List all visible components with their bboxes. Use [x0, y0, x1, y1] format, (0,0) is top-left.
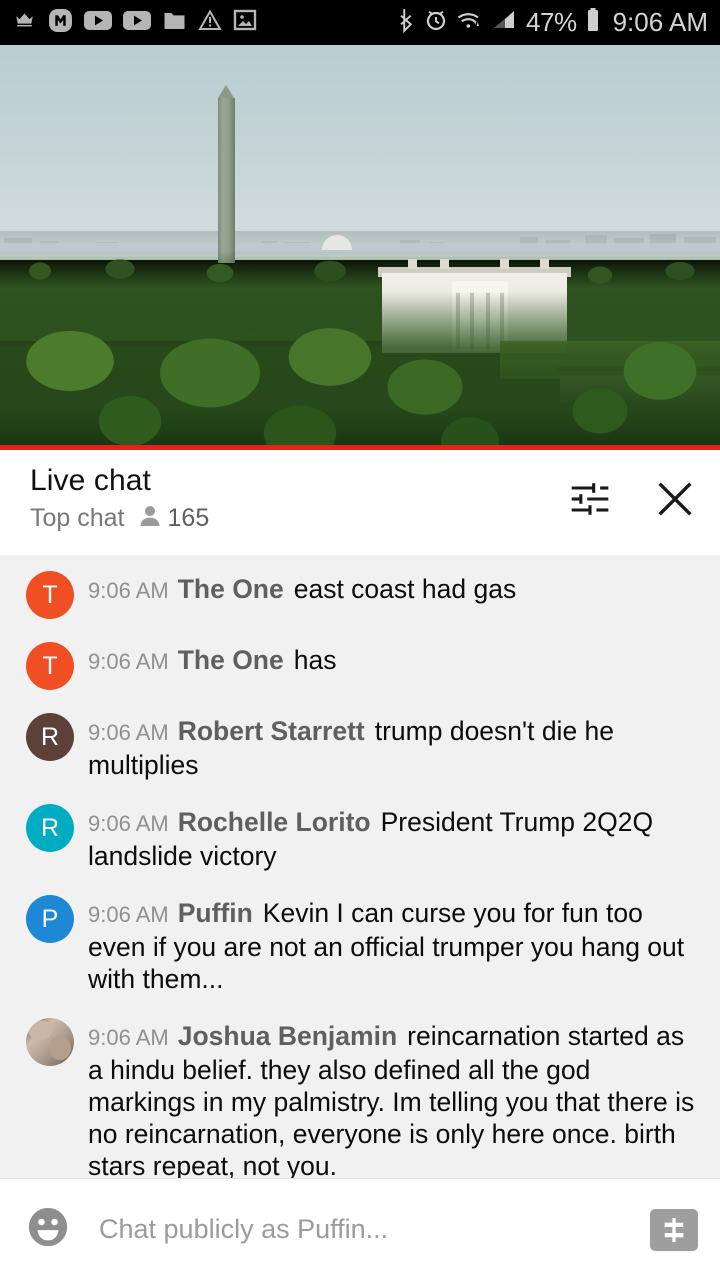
video-player[interactable] [0, 45, 720, 450]
avatar-initial: R [40, 722, 60, 751]
bluetooth-icon [399, 7, 416, 38]
chat-header-subline: Top chat 165 [30, 504, 209, 533]
white-house-chimney [408, 259, 417, 269]
live-chat-header: Live chat Top chat 165 [0, 450, 720, 559]
status-bar-clock: 9:06 AM [612, 7, 708, 37]
white-house-chimney [440, 259, 449, 269]
message-timestamp: 9:06 AM [88, 1025, 169, 1050]
wifi-icon [456, 8, 484, 37]
m-app-icon [48, 8, 73, 38]
washington-monument [218, 85, 235, 263]
chat-message[interactable]: P 9:06 AM Puffin Kevin I can curse you for… [0, 893, 720, 995]
avatar[interactable] [26, 1018, 74, 1066]
viewer-count-group: 165 [139, 504, 210, 533]
chat-header-actions [568, 464, 698, 522]
avatar[interactable]: T [26, 571, 74, 619]
chat-message-text: 9:06 AM Puffin Kevin I can curse you for f… [88, 893, 698, 995]
crown-icon [12, 9, 37, 36]
chat-message-text: 9:06 AM Robert Starrett trump doesn't die … [88, 711, 698, 781]
avatar-initial: R [40, 813, 60, 842]
close-chat-button[interactable] [652, 476, 698, 522]
chat-message-text: 9:06 AM Joshua Benjamin reincarnation star… [88, 1016, 698, 1178]
avatar[interactable]: T [26, 642, 74, 690]
chat-message-list[interactable]: T 9:06 AM The One east coast had gas T 9:0… [0, 555, 720, 1178]
chat-settings-button[interactable] [568, 477, 612, 521]
chat-mode-label[interactable]: Top chat [30, 504, 125, 533]
message-timestamp: 9:06 AM [88, 902, 169, 927]
close-x-icon [658, 482, 692, 516]
chat-message[interactable]: T 9:06 AM The One east coast had gas [0, 569, 720, 619]
youtube-alt-icon [123, 10, 151, 36]
avatar-initial: P [41, 904, 59, 933]
message-timestamp: 9:06 AM [88, 578, 169, 603]
avatar[interactable]: P [26, 895, 74, 943]
message-author[interactable]: Rochelle Lorito [178, 807, 371, 837]
status-bar-notification-icons [12, 8, 257, 38]
viewer-count: 165 [167, 504, 210, 532]
status-bar-system-icons: 47% 9:06 AM [399, 7, 708, 38]
chat-message[interactable]: R 9:06 AM Robert Starrett trump doesn't di… [0, 711, 720, 781]
message-timestamp: 9:06 AM [88, 720, 169, 745]
message-author[interactable]: Robert Starrett [178, 716, 365, 746]
avatar[interactable]: R [26, 804, 74, 852]
cellular-signal-icon [492, 8, 518, 37]
emoji-picker-button[interactable] [25, 1204, 71, 1255]
folder-icon [162, 10, 187, 36]
super-chat-button[interactable] [650, 1208, 698, 1251]
chat-message-text: 9:06 AM Rochelle Lorito President Trump 2Q… [88, 802, 698, 872]
message-author[interactable]: Puffin [178, 898, 253, 928]
white-house-chimney [500, 259, 509, 269]
battery-icon [585, 7, 601, 38]
foreground-trees [0, 291, 720, 450]
chat-composer [0, 1178, 720, 1280]
message-body: east coast had gas [293, 574, 517, 604]
chat-message[interactable]: T 9:06 AM The One has [0, 640, 720, 690]
message-body: has [293, 645, 337, 675]
chat-header-titles: Live chat Top chat 165 [30, 464, 209, 533]
white-house-chimney [540, 259, 549, 269]
atmospheric-haze [0, 227, 720, 253]
chat-input[interactable] [99, 1214, 650, 1245]
status-bar: 47% 9:06 AM [0, 0, 720, 45]
avatar-initial: T [42, 651, 58, 680]
person-icon [139, 504, 161, 533]
chat-message[interactable]: 9:06 AM Joshua Benjamin reincarnation star… [0, 1016, 720, 1178]
youtube-icon [84, 10, 112, 36]
dollar-sign-icon [664, 1217, 684, 1242]
image-icon [233, 9, 257, 36]
message-timestamp: 9:06 AM [88, 649, 169, 674]
message-timestamp: 9:06 AM [88, 811, 169, 836]
message-author[interactable]: The One [178, 574, 284, 604]
chat-message[interactable]: R 9:06 AM Rochelle Lorito President Trump … [0, 802, 720, 872]
battery-percent-label: 47% [526, 7, 577, 37]
page-title: Live chat [30, 464, 151, 497]
avatar[interactable]: R [26, 713, 74, 761]
emoji-smiley-icon [28, 1207, 68, 1247]
avatar-initial: T [42, 580, 58, 609]
message-author[interactable]: The One [178, 645, 284, 675]
message-author[interactable]: Joshua Benjamin [178, 1021, 397, 1051]
chat-message-text: 9:06 AM The One east coast had gas [88, 569, 516, 619]
warning-triangle-icon [198, 9, 222, 36]
chat-message-text: 9:06 AM The One has [88, 640, 336, 690]
tune-sliders-icon [571, 483, 609, 515]
alarm-clock-icon [424, 8, 448, 37]
